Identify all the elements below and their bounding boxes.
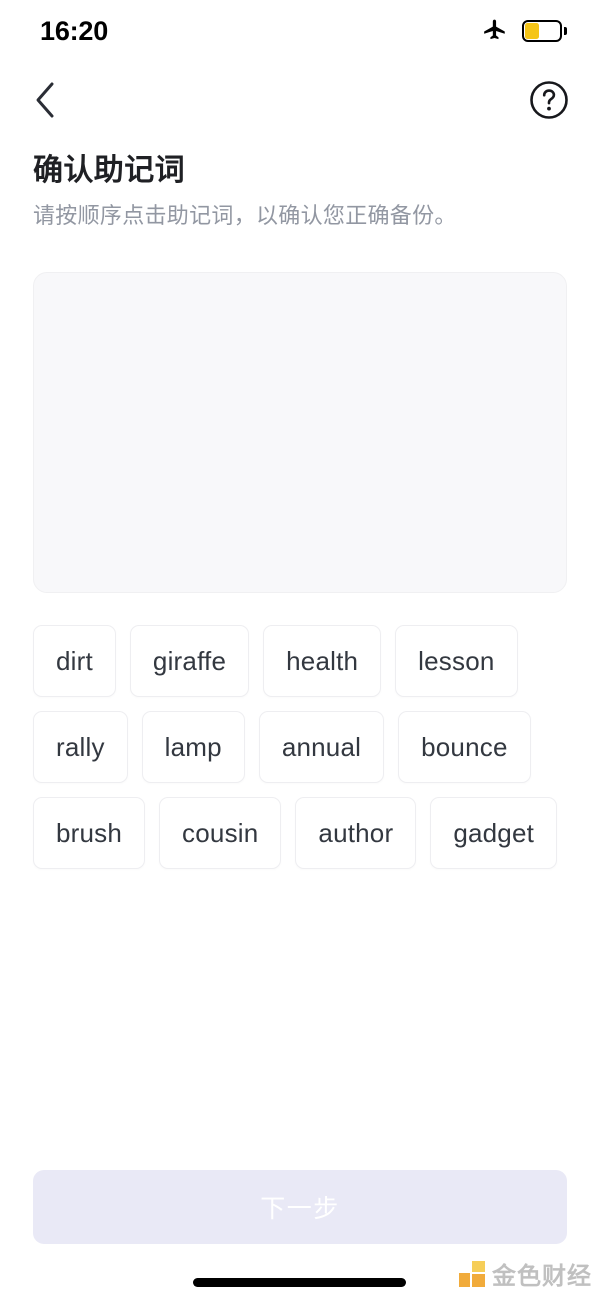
- question-mark-circle-icon: [530, 81, 568, 119]
- word-chip[interactable]: health: [263, 625, 382, 697]
- watermark-text: 金色财经: [492, 1263, 592, 1290]
- help-button[interactable]: [526, 77, 572, 123]
- word-chip[interactable]: lesson: [395, 625, 518, 697]
- word-chip[interactable]: rally: [33, 711, 128, 783]
- battery-cap: [563, 27, 567, 35]
- page-heading: 确认助记词 请按顺序点击助记词，以确认您正确备份。: [33, 152, 567, 230]
- watermark: 金色财经: [459, 1256, 592, 1291]
- watermark-square-2: [472, 1260, 485, 1272]
- app-screen: 16:20 确认助记词 请按顺序点击助记词，以确认您正确备份。 dirt gir…: [0, 0, 600, 1299]
- word-chip[interactable]: giraffe: [129, 625, 250, 697]
- word-chip[interactable]: brush: [33, 797, 146, 869]
- battery-level-fill: [525, 23, 540, 39]
- chevron-left-icon: [36, 82, 54, 118]
- word-chip[interactable]: author: [295, 797, 417, 869]
- word-pool: dirt giraffe health lesson rally lamp annual bo…: [33, 625, 567, 869]
- watermark-square-1: [459, 1272, 470, 1287]
- page-subtitle: 请按顺序点击助记词，以确认您正确备份。: [33, 202, 457, 228]
- home-indicator: [193, 1278, 406, 1287]
- selected-words-panel[interactable]: [33, 272, 567, 593]
- word-chip[interactable]: gadget: [430, 797, 558, 869]
- watermark-square-3: [472, 1273, 485, 1287]
- status-bar: 16:20: [0, 0, 600, 62]
- word-chip[interactable]: cousin: [159, 797, 282, 869]
- status-time: 16:20: [40, 15, 109, 46]
- airplane-mode-icon: [484, 19, 505, 40]
- word-chip[interactable]: dirt: [33, 625, 116, 697]
- status-indicators: [482, 18, 567, 44]
- next-button[interactable]: 下一步: [33, 1170, 567, 1244]
- word-chip[interactable]: annual: [258, 711, 385, 783]
- battery-icon: [522, 20, 567, 42]
- word-chip[interactable]: bounce: [398, 711, 531, 783]
- watermark-logo-icon: [459, 1260, 485, 1287]
- word-chip[interactable]: lamp: [141, 711, 245, 783]
- navigation-bar: [0, 62, 600, 138]
- back-button[interactable]: [22, 77, 68, 123]
- page-title: 确认助记词: [33, 154, 185, 187]
